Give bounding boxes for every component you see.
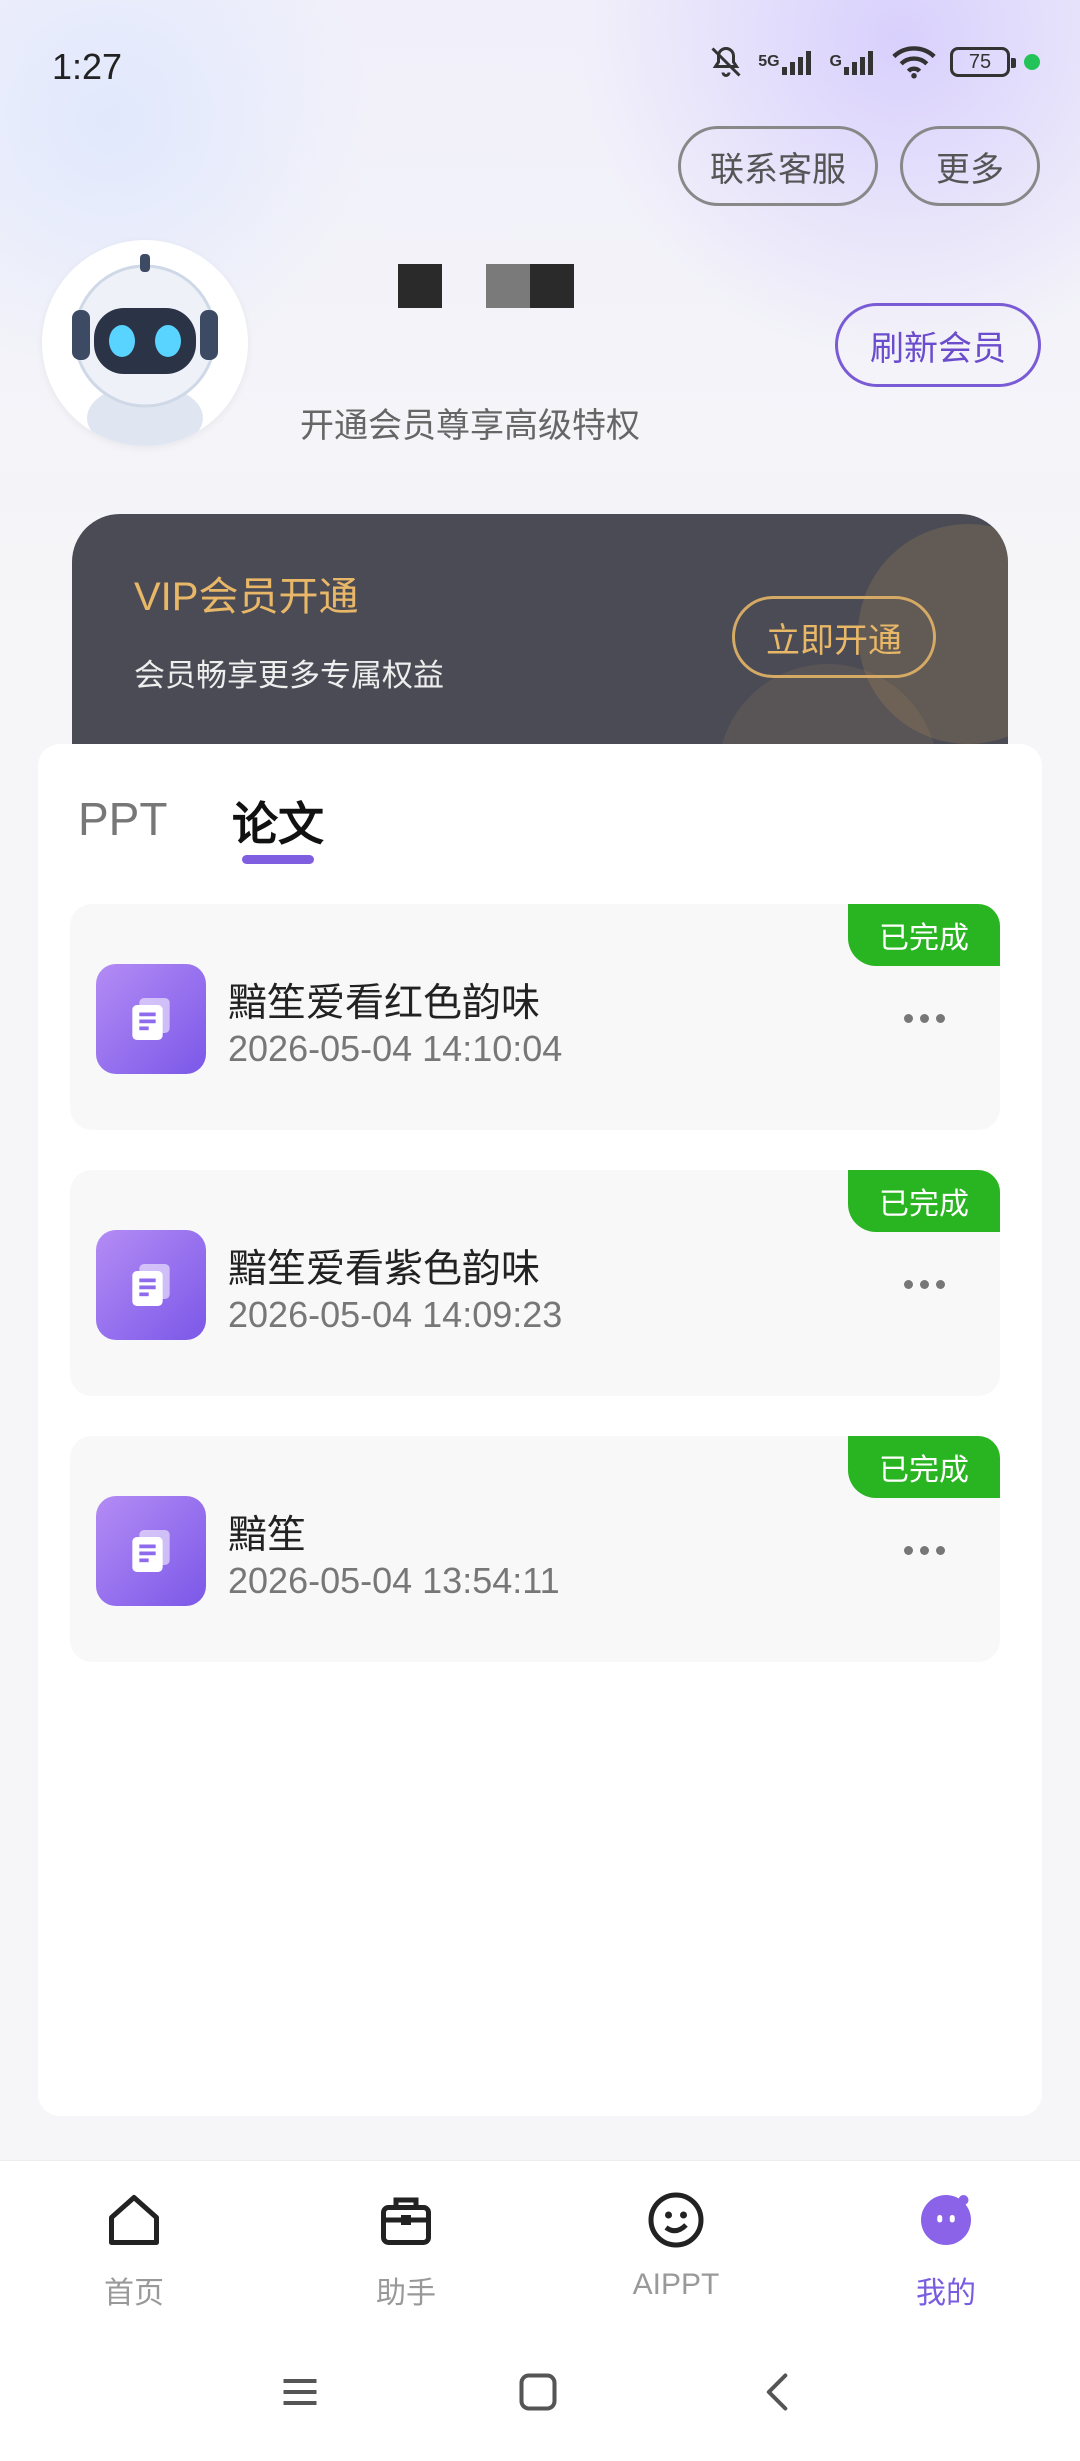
open-vip-button[interactable]: 立即开通	[732, 596, 936, 678]
document-icon	[96, 1496, 206, 1606]
profile-icon	[921, 2195, 971, 2245]
nav-label: 我的	[916, 2277, 976, 2310]
status-badge: 已完成	[848, 1436, 1000, 1498]
status-badge: 已完成	[848, 1170, 1000, 1232]
back-icon[interactable]	[756, 2370, 800, 2414]
tab-paper[interactable]: 论文	[232, 788, 324, 854]
toolbox-icon	[381, 2197, 431, 2245]
vip-card[interactable]: VIP会员开通 会员畅享更多专属权益 立即开通	[72, 514, 1008, 754]
robot-avatar-icon	[72, 254, 218, 446]
signal-g-label: G	[829, 53, 842, 70]
record-title: 黯笙	[228, 1514, 307, 1557]
battery-level: 75	[968, 50, 992, 73]
redacted-block	[530, 264, 574, 308]
menu-icon[interactable]	[278, 2370, 322, 2414]
more-options-icon[interactable]	[904, 1280, 945, 1289]
nav-item-home[interactable]: 首页	[34, 2184, 234, 2314]
battery-icon: 75	[950, 47, 1016, 77]
redacted-block	[486, 264, 530, 308]
tab-ppt[interactable]: PPT	[78, 792, 167, 846]
privacy-indicator-icon	[1024, 54, 1040, 70]
signal-5g-icon: 5G	[758, 49, 815, 75]
wifi-icon	[892, 45, 936, 79]
record-time: 2026-05-04 13:54:11	[228, 1560, 560, 1601]
record-card[interactable]: 已完成 黯笙爱看红色韵味 2026-05-04 14:10:04	[70, 904, 1000, 1130]
record-title: 黯笙爱看紫色韵味	[228, 1248, 541, 1291]
record-title: 黯笙爱看红色韵味	[228, 982, 541, 1025]
signal-5g-label: 5G	[758, 53, 780, 70]
vip-description: 会员畅享更多专属权益	[134, 658, 444, 693]
refresh-membership-button[interactable]: 刷新会员	[835, 303, 1041, 387]
record-card[interactable]: 已完成 黯笙 2026-05-04 13:54:11	[70, 1436, 1000, 1662]
nav-label: 助手	[376, 2277, 436, 2310]
status-icons: 5G G 75	[708, 44, 1040, 80]
member-subtitle: 开通会员尊享高级特权	[300, 407, 640, 445]
nav-label: AIPPT	[632, 2268, 720, 2301]
vip-title: VIP会员开通	[134, 575, 359, 619]
status-badge: 已完成	[848, 904, 1000, 966]
more-options-icon[interactable]	[904, 1014, 945, 1023]
signal-g-icon: G	[830, 49, 878, 75]
nav-item-assistant[interactable]: 助手	[306, 2184, 506, 2314]
avatar[interactable]	[42, 240, 248, 446]
nav-item-mine[interactable]: 我的	[846, 2184, 1046, 2314]
more-options-icon[interactable]	[904, 1546, 945, 1555]
home-square-icon[interactable]	[516, 2370, 560, 2414]
record-card[interactable]: 已完成 黯笙爱看紫色韵味 2026-05-04 14:09:23	[70, 1170, 1000, 1396]
smiley-icon	[648, 2192, 704, 2248]
username-redacted	[398, 264, 574, 310]
contact-service-button[interactable]: 联系客服	[678, 126, 878, 206]
mute-icon	[708, 44, 744, 80]
redacted-block	[398, 264, 442, 308]
nav-label: 首页	[104, 2277, 164, 2310]
home-icon	[109, 2195, 159, 2245]
nav-item-aippt[interactable]: AIPPT	[576, 2184, 776, 2314]
document-icon	[96, 964, 206, 1074]
document-icon	[96, 1230, 206, 1340]
record-time: 2026-05-04 14:10:04	[228, 1028, 563, 1069]
record-time: 2026-05-04 14:09:23	[228, 1294, 563, 1335]
redacted-gap	[442, 264, 486, 308]
status-time: 1:27	[52, 46, 123, 87]
more-button[interactable]: 更多	[900, 126, 1040, 206]
active-tab-indicator	[242, 855, 314, 864]
